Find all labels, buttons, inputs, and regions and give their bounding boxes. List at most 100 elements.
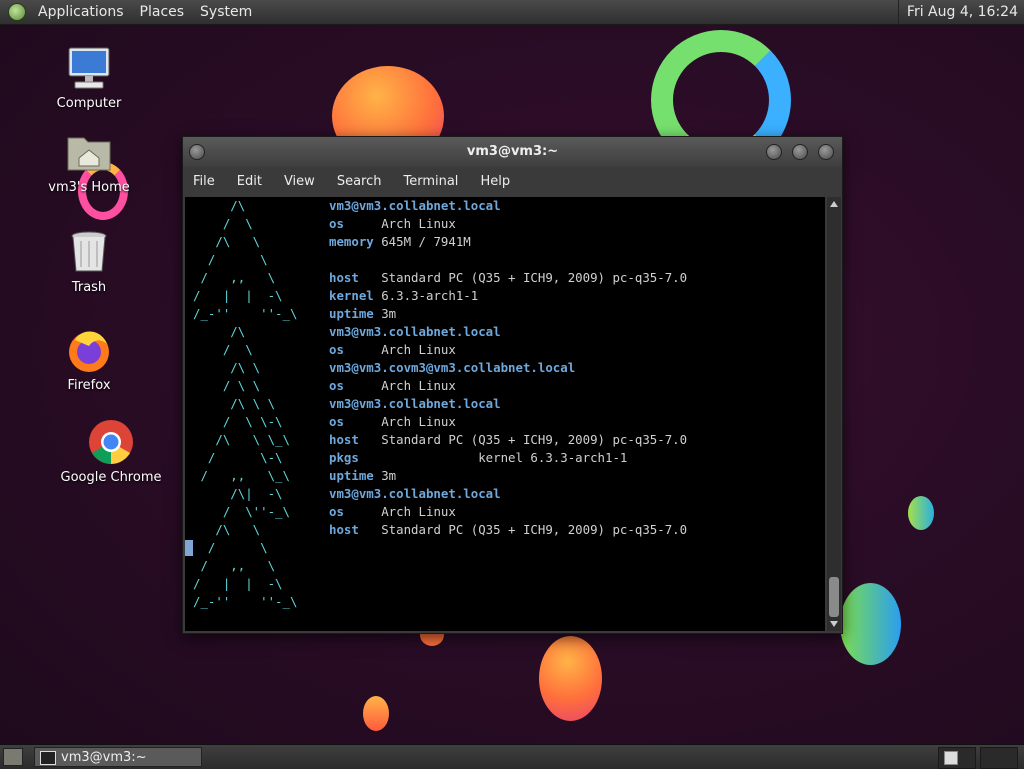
info-value: 645M / 7941M <box>373 234 471 249</box>
ascii-art: / \ \-\ <box>193 414 283 429</box>
terminal-line: /_-'' ''-_\ uptime 3m <box>185 305 825 323</box>
info-value: Arch Linux <box>343 504 456 519</box>
close-icon[interactable] <box>818 144 834 160</box>
menu-applications[interactable]: Applications <box>30 0 132 24</box>
ascii-art: / \ \ <box>193 378 261 393</box>
scroll-down-icon[interactable] <box>830 621 838 627</box>
window-titlebar[interactable]: vm3@vm3:~ <box>183 137 842 167</box>
menu-help[interactable]: Help <box>469 174 521 189</box>
info-value: kernel 6.3.3-arch1-1 <box>358 450 628 465</box>
terminal-line: / \-\ pkgs kernel 6.3.3-arch1-1 <box>185 449 825 467</box>
desktop-icon-label: Computer <box>56 96 122 111</box>
window-menu-icon[interactable] <box>189 144 205 160</box>
clock[interactable]: Fri Aug 4, 16:24 <box>897 0 1024 24</box>
info-key: memory <box>329 234 374 249</box>
terminal-line: /\ \ host Standard PC (Q35 + ICH9, 2009) … <box>185 521 825 539</box>
terminal-line: /\| -\ vm3@vm3.collabnet.local <box>185 485 825 503</box>
terminal-window[interactable]: vm3@vm3:~ File Edit View Search Terminal… <box>182 136 843 634</box>
taskbar-item-label: vm3@vm3:~ <box>61 750 147 765</box>
desktop-icon-firefox[interactable]: Firefox <box>34 326 144 393</box>
info-key: vm3@vm3.collabnet.local <box>329 324 501 339</box>
menu-terminal[interactable]: Terminal <box>392 174 469 189</box>
terminal-scrollbar[interactable] <box>827 197 841 631</box>
info-key: os <box>329 504 344 519</box>
top-panel: Applications Places System Fri Aug 4, 16… <box>0 0 1024 25</box>
ascii-art: /\ \ <box>193 234 261 249</box>
ascii-art: /_-'' ''-_\ <box>193 306 298 321</box>
desktop-icon-chrome[interactable]: Google Chrome <box>56 418 166 485</box>
info-text: pkgs kernel 6.3.3-arch1-1 <box>329 449 627 467</box>
terminal-line: /\ \ vm3@vm3.covm3@vm3.collabnet.local <box>185 359 825 377</box>
terminal-line: / \ <box>185 539 825 557</box>
info-text: host Standard PC (Q35 + ICH9, 2009) pc-q… <box>329 521 687 539</box>
window-title: vm3@vm3:~ <box>466 144 559 159</box>
firefox-icon <box>65 326 113 374</box>
info-text: memory 645M / 7941M <box>329 233 471 251</box>
scroll-up-icon[interactable] <box>830 201 838 207</box>
terminal-line: /\ vm3@vm3.collabnet.local <box>185 323 825 341</box>
info-key: kernel <box>329 288 374 303</box>
text-cursor <box>185 540 193 556</box>
desktop-icon-label: Firefox <box>67 378 111 393</box>
terminal-line: /\ \ \_\ host Standard PC (Q35 + ICH9, 20… <box>185 431 825 449</box>
info-text: vm3@vm3.collabnet.local <box>329 323 501 341</box>
minimize-icon[interactable] <box>766 144 782 160</box>
workspace-2[interactable] <box>980 747 1018 769</box>
desktop-icon-label: Trash <box>71 280 107 295</box>
ascii-art: / \ <box>193 252 268 267</box>
ascii-art: / \ <box>193 216 253 231</box>
scrollbar-thumb[interactable] <box>829 577 839 617</box>
ascii-art: / | | -\ <box>193 576 283 591</box>
terminal-line: / \ \ os Arch Linux <box>185 377 825 395</box>
terminal-line: / \''-_\ os Arch Linux <box>185 503 825 521</box>
menu-file[interactable]: File <box>183 174 226 189</box>
terminal-line: /_-'' ''-_\ <box>185 593 825 611</box>
terminal-output[interactable]: /\ vm3@vm3.collabnet.local / \ os Arch Lin… <box>185 197 825 631</box>
computer-icon <box>65 44 113 92</box>
info-key: pkgs <box>329 450 359 465</box>
menu-search[interactable]: Search <box>326 174 393 189</box>
info-key: os <box>329 414 344 429</box>
terminal-line: / ,, \ <box>185 557 825 575</box>
info-key: os <box>329 342 344 357</box>
info-key: host <box>329 522 359 537</box>
ascii-art: / ,, \ <box>193 558 276 573</box>
terminal-line: / | | -\ kernel 6.3.3-arch1-1 <box>185 287 825 305</box>
workspace-1[interactable] <box>938 747 976 769</box>
desktop-icon-trash[interactable]: Trash <box>34 228 144 295</box>
info-value: Arch Linux <box>343 342 456 357</box>
trash-icon <box>65 228 113 276</box>
ascii-art: /_-'' ''-_\ <box>193 594 298 609</box>
terminal-line: / \ os Arch Linux <box>185 341 825 359</box>
terminal-line: / | | -\ <box>185 575 825 593</box>
info-key: os <box>329 216 344 231</box>
bottom-panel: vm3@vm3:~ <box>0 744 1024 769</box>
terminal-line: / \ \-\ os Arch Linux <box>185 413 825 431</box>
decor-side-ball <box>908 496 934 530</box>
terminal-line: /\ vm3@vm3.collabnet.local <box>185 197 825 215</box>
menu-edit[interactable]: Edit <box>226 174 273 189</box>
menu-places[interactable]: Places <box>132 0 193 24</box>
info-text: vm3@vm3.collabnet.local <box>329 395 501 413</box>
info-text: kernel 6.3.3-arch1-1 <box>329 287 478 305</box>
ascii-art: /\ \ \_\ <box>193 432 290 447</box>
distro-logo-icon[interactable] <box>8 3 26 21</box>
info-key: uptime <box>329 468 374 483</box>
ascii-art: /\ <box>193 324 246 339</box>
terminal-icon <box>40 751 56 765</box>
menu-system[interactable]: System <box>192 0 260 24</box>
taskbar-item-terminal[interactable]: vm3@vm3:~ <box>34 747 202 767</box>
window-menubar: File Edit View Search Terminal Help <box>183 167 842 195</box>
terminal-line: / ,, \ host Standard PC (Q35 + ICH9, 2009… <box>185 269 825 287</box>
maximize-icon[interactable] <box>792 144 808 160</box>
desktop-icon-home[interactable]: vm3's Home <box>34 128 144 195</box>
show-desktop-icon[interactable] <box>3 748 23 766</box>
menu-view[interactable]: View <box>273 174 326 189</box>
info-text: os Arch Linux <box>329 503 456 521</box>
ascii-art: /\| -\ <box>193 486 283 501</box>
ascii-art: / \-\ <box>193 450 283 465</box>
desktop-icon-computer[interactable]: Computer <box>34 44 144 111</box>
info-key: vm3@vm3.collabnet.local <box>329 486 501 501</box>
info-text: vm3@vm3.covm3@vm3.collabnet.local <box>329 359 575 377</box>
terminal-line: / \ os Arch Linux <box>185 215 825 233</box>
